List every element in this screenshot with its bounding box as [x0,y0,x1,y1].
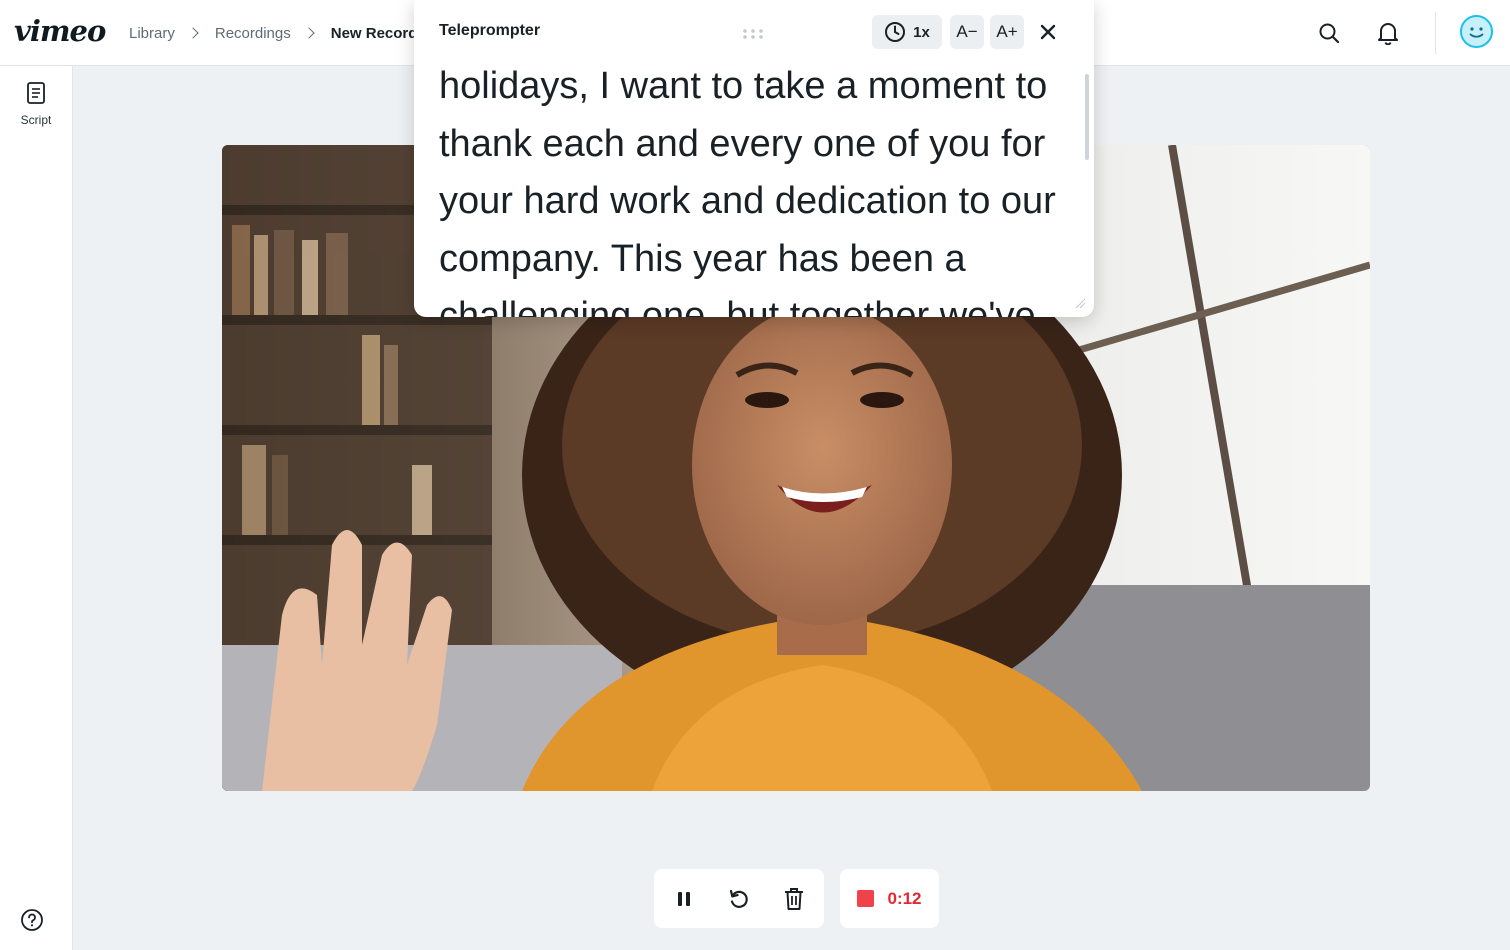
trash-icon[interactable] [780,885,808,913]
breadcrumb-library[interactable]: Library [129,25,175,42]
clock-icon [885,22,906,42]
pause-icon[interactable] [670,885,698,913]
resize-handle-icon[interactable] [1074,296,1086,309]
recording-timer: 0:12 [887,888,922,908]
teleprompter-scrollbar[interactable] [1085,74,1089,160]
help-icon[interactable] [20,908,44,932]
chevron-right-icon [187,27,199,39]
speed-label: 1x [913,23,930,41]
vimeo-logo[interactable]: vimeo [14,14,106,48]
speed-button[interactable]: 1x [872,15,942,49]
font-increase-button[interactable]: A+ [990,15,1024,49]
stop-icon [857,890,875,907]
document-icon [27,82,45,104]
chevron-right-icon [303,27,315,39]
sidebar: Script [0,66,73,950]
drag-handle-icon[interactable] [742,27,764,39]
stop-recording-button[interactable]: 0:12 [840,869,939,928]
search-icon[interactable] [1314,18,1344,48]
breadcrumb-current: New Recordir [330,24,428,42]
breadcrumb: Library Recordings New Recordir [129,22,427,44]
restart-icon[interactable] [725,885,753,913]
teleprompter-title: Teleprompter [439,22,541,39]
sidebar-item-label: Script [20,113,52,127]
recording-controls [654,869,824,928]
teleprompter-script-text: holidays, I want to take a moment to tha… [439,65,1056,317]
breadcrumb-recordings[interactable]: Recordings [215,25,291,42]
close-icon[interactable] [1036,20,1060,44]
font-decrease-button[interactable]: A− [950,15,984,49]
avatar[interactable] [1460,15,1493,48]
header-divider [1435,12,1436,54]
teleprompter-panel: Teleprompter 1x A− A+ holidays, I want t… [414,0,1094,317]
bell-icon[interactable] [1373,18,1403,48]
sidebar-item-script[interactable]: Script [0,82,72,132]
